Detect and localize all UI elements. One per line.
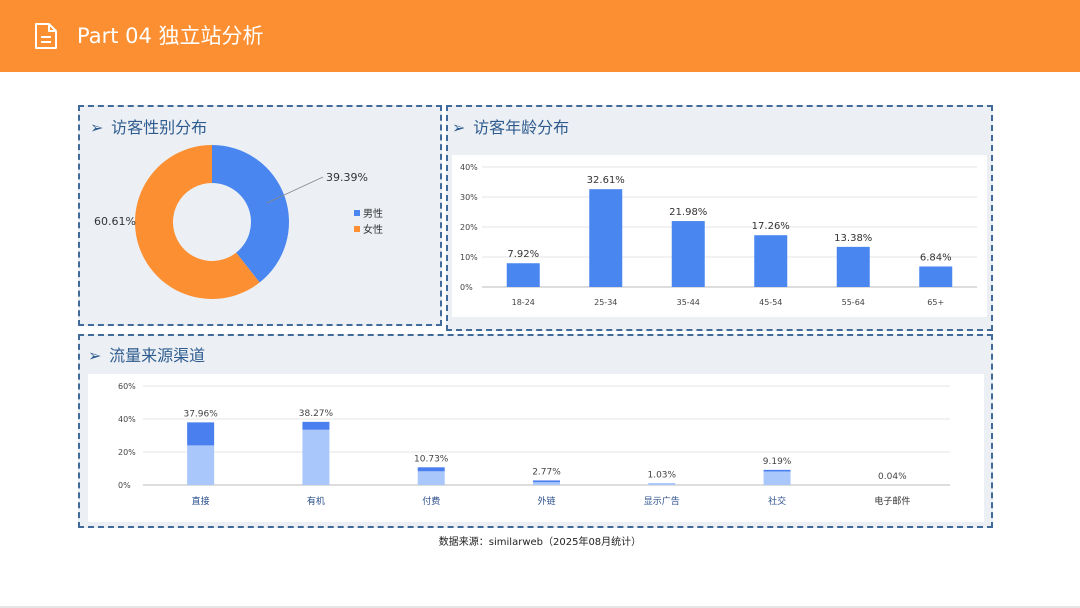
traffic-bar-value-label: 37.96% bbox=[183, 409, 218, 419]
x-tick-label: 电子邮件 bbox=[874, 495, 910, 507]
page-title: Part 04 独立站分析 bbox=[77, 24, 264, 48]
age-bar-value-label: 32.61% bbox=[587, 175, 625, 186]
traffic-bar-upper-社交 bbox=[763, 469, 791, 472]
page-header: Part 04 独立站分析 bbox=[0, 0, 1080, 72]
x-tick-label: 25-34 bbox=[594, 298, 617, 307]
traffic-title-text: 流量来源渠道 bbox=[109, 346, 206, 365]
x-tick-label: 55-64 bbox=[842, 298, 865, 307]
age-bar-value-label: 13.38% bbox=[834, 233, 872, 244]
y-tick-label: 30% bbox=[460, 193, 478, 202]
traffic-bar-lower-外链 bbox=[533, 482, 560, 485]
x-tick-label: 有机 bbox=[307, 495, 325, 507]
slice-label-男性: 39.39% bbox=[326, 171, 368, 184]
traffic-stacked-bar-chart: 0% 20% 40% 60% 37.96% 直接 38.27% 有机 10.73% 付费 2.77%… bbox=[118, 382, 950, 507]
slice-label-女性: 60.61% bbox=[94, 215, 136, 228]
age-bar-value-label: 21.98% bbox=[669, 207, 707, 218]
arrow-icon: ➢ bbox=[88, 346, 102, 365]
legend-swatch-1 bbox=[354, 226, 360, 232]
y-tick-label: 40% bbox=[118, 415, 136, 424]
x-tick-label: 65+ bbox=[927, 298, 944, 307]
age-bar-55-64 bbox=[836, 246, 870, 287]
age-chart-area: 0% 10% 20% 30% 40% 7.92% 18-24 32.61% 25-34 21.98… bbox=[452, 155, 987, 317]
x-tick-label: 外链 bbox=[537, 495, 555, 507]
age-bar-35-44 bbox=[671, 221, 705, 287]
age-panel: ➢ 访客年龄分布 0% 10% 20% 30% 40% 7.92% 18-24 32.61% 2… bbox=[446, 105, 993, 331]
age-title-text: 访客年龄分布 bbox=[473, 118, 570, 137]
y-tick-label: 60% bbox=[118, 382, 136, 391]
y-tick-label: 20% bbox=[460, 223, 478, 232]
legend-swatch-0 bbox=[354, 210, 360, 216]
legend-label-0: 男性 bbox=[363, 207, 383, 220]
document-icon bbox=[35, 23, 57, 49]
traffic-panel: ➢ 流量来源渠道 0% 20% 40% 60% 37.96% 直接 38.27% 有机 10.7… bbox=[78, 334, 993, 528]
x-tick-label: 显示广告 bbox=[644, 495, 680, 507]
age-bar-18-24 bbox=[506, 263, 540, 287]
x-tick-label: 付费 bbox=[422, 495, 440, 507]
traffic-bar-value-label: 38.27% bbox=[299, 409, 334, 419]
y-tick-label: 20% bbox=[118, 448, 136, 457]
traffic-bar-value-label: 10.73% bbox=[414, 454, 449, 464]
traffic-bar-value-label: 2.77% bbox=[532, 467, 561, 477]
traffic-bar-value-label: 1.03% bbox=[647, 470, 676, 480]
y-tick-label: 0% bbox=[460, 283, 473, 292]
gender-panel: ➢ 访客性别分布 39.39% 60.61% 男性女性 bbox=[78, 105, 442, 326]
traffic-bar-lower-显示广告 bbox=[648, 483, 676, 485]
traffic-bar-lower-直接 bbox=[187, 445, 215, 485]
traffic-bar-lower-有机 bbox=[302, 429, 330, 485]
x-tick-label: 35-44 bbox=[677, 298, 700, 307]
traffic-bar-lower-社交 bbox=[763, 471, 791, 485]
age-bar-value-label: 6.84% bbox=[920, 252, 952, 263]
traffic-bar-value-label: 0.04% bbox=[878, 472, 907, 482]
traffic-bar-upper-付费 bbox=[417, 467, 445, 472]
traffic-bar-upper-直接 bbox=[187, 422, 215, 446]
y-tick-label: 0% bbox=[118, 481, 131, 490]
x-tick-label: 18-24 bbox=[512, 298, 535, 307]
age-bar-45-54 bbox=[754, 235, 788, 287]
traffic-bar-value-label: 9.19% bbox=[763, 457, 792, 467]
y-tick-label: 10% bbox=[460, 253, 478, 262]
age-bar-value-label: 7.92% bbox=[507, 249, 539, 260]
traffic-panel-title: ➢ 流量来源渠道 bbox=[88, 345, 205, 367]
age-bar-65+ bbox=[919, 266, 953, 287]
arrow-icon: ➢ bbox=[90, 118, 104, 137]
arrow-icon: ➢ bbox=[452, 118, 466, 137]
y-tick-label: 40% bbox=[460, 163, 478, 172]
x-tick-label: 45-54 bbox=[759, 298, 782, 307]
legend-label-1: 女性 bbox=[363, 223, 383, 236]
age-bar-25-34 bbox=[589, 189, 623, 287]
age-bar-value-label: 17.26% bbox=[752, 221, 790, 232]
traffic-bar-upper-外链 bbox=[533, 480, 560, 483]
traffic-chart-area: 0% 20% 40% 60% 37.96% 直接 38.27% 有机 10.73% 付费 2.77%… bbox=[88, 374, 984, 522]
x-tick-label: 社交 bbox=[768, 495, 786, 507]
gender-panel-title: ➢ 访客性别分布 bbox=[90, 117, 207, 139]
traffic-bar-upper-有机 bbox=[302, 421, 330, 430]
age-bar-chart: 0% 10% 20% 30% 40% 7.92% 18-24 32.61% 25-34 21.98… bbox=[460, 163, 977, 307]
gender-donut-chart: 39.39% 60.61% 男性女性 bbox=[94, 145, 383, 299]
data-source-note: 数据来源：similarweb（2025年08月统计） bbox=[438, 537, 642, 548]
traffic-bar-lower-付费 bbox=[417, 471, 445, 485]
gender-title-text: 访客性别分布 bbox=[111, 118, 208, 137]
age-panel-title: ➢ 访客年龄分布 bbox=[452, 117, 569, 139]
x-tick-label: 直接 bbox=[192, 495, 210, 507]
